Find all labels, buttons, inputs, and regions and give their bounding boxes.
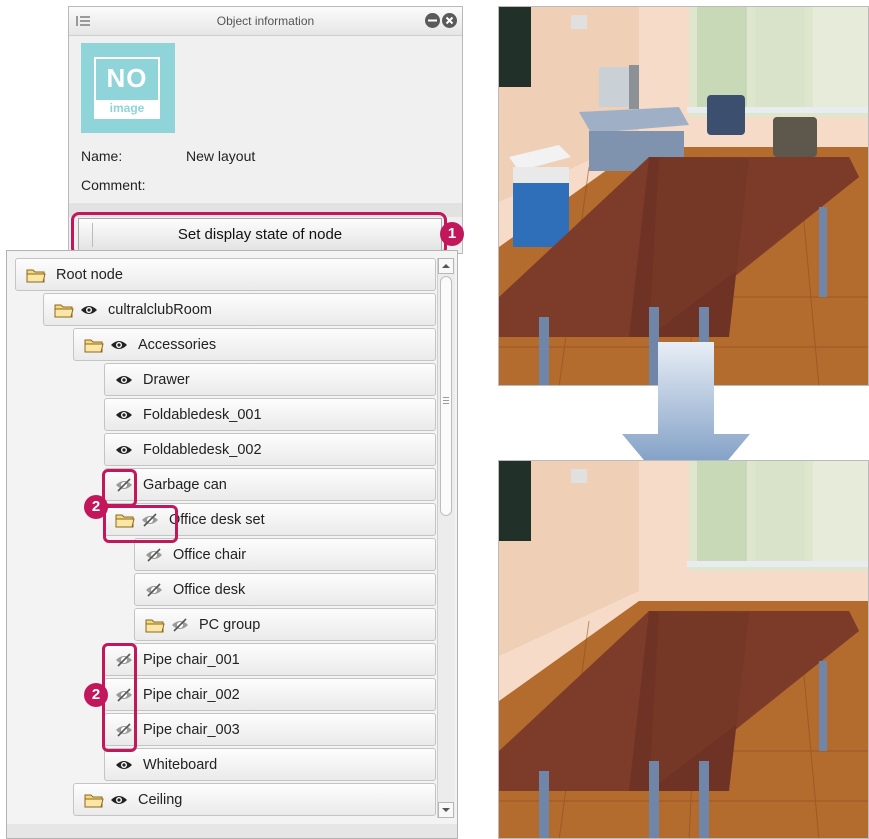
folder-icon (26, 268, 46, 287)
thumbnail-no-text: NO (106, 63, 148, 93)
tree-node[interactable]: Office chair (134, 538, 436, 571)
comment-label: Comment: (81, 177, 146, 193)
tree-node[interactable]: Accessories (73, 328, 436, 361)
tree-node[interactable]: Ceiling (73, 783, 436, 816)
eye-icon[interactable] (110, 338, 128, 356)
eye-icon[interactable] (115, 373, 133, 391)
eye-icon[interactable] (115, 443, 133, 461)
name-label: Name: (81, 148, 123, 164)
panel-title: Object information (216, 14, 315, 28)
eye-off-icon[interactable] (171, 618, 189, 636)
classroom-render-after (499, 461, 868, 838)
callout-2b: 2 (84, 683, 108, 707)
name-value: New layout (186, 148, 256, 164)
tree-bottom-bar (7, 824, 457, 838)
tree-node[interactable]: cultralclubRoom (43, 293, 436, 326)
tree-node-label: Office desk set (169, 512, 265, 528)
tree-node-label: Office chair (173, 547, 247, 563)
no-image-placeholder: NO image (94, 57, 160, 119)
folder-icon (84, 338, 104, 357)
tree-node-label: Root node (56, 267, 123, 283)
close-icon[interactable] (442, 13, 457, 28)
callout-1: 1 (440, 222, 464, 246)
scroll-down-button[interactable] (438, 802, 454, 818)
tree-scrollbar[interactable] (437, 258, 455, 818)
minimize-icon[interactable] (425, 13, 440, 28)
eye-off-icon[interactable] (145, 583, 163, 601)
tree-node-label: Drawer (143, 372, 190, 388)
layout-thumbnail: NO image (81, 43, 175, 133)
callout-2a: 2 (84, 495, 108, 519)
scroll-up-button[interactable] (438, 258, 454, 274)
tree-node-label: Pipe chair_001 (143, 652, 240, 668)
tree-node[interactable]: Office desk (134, 573, 436, 606)
eye-icon[interactable] (115, 408, 133, 426)
tree-node-label: Foldabledesk_002 (143, 442, 262, 458)
eye-icon[interactable] (110, 793, 128, 811)
tree-node-label: cultralclubRoom (108, 302, 212, 318)
tree-node[interactable]: Whiteboard (104, 748, 436, 781)
eye-icon[interactable] (80, 303, 98, 321)
tree-node[interactable]: PC group (134, 608, 436, 641)
tree-node[interactable]: Root node (15, 258, 436, 291)
tree-node-label: Ceiling (138, 792, 183, 808)
render-after (498, 460, 869, 839)
eye-off-icon[interactable] (145, 548, 163, 566)
tree-node[interactable]: Foldabledesk_001 (104, 398, 436, 431)
tree-node[interactable]: Drawer (104, 363, 436, 396)
highlight-garbage-can (102, 469, 137, 507)
thumbnail-image-text: image (96, 100, 158, 117)
folder-icon (145, 618, 165, 637)
tree-node-label: Foldabledesk_001 (143, 407, 262, 423)
tree-node-label: Office desk (173, 582, 246, 598)
tree-node-label: Pipe chair_002 (143, 687, 240, 703)
folder-icon (54, 303, 74, 322)
eye-icon[interactable] (115, 758, 133, 776)
classroom-render-before (499, 7, 868, 385)
tree-node-label: Accessories (138, 337, 217, 353)
tree-node-label: Pipe chair_003 (143, 722, 240, 738)
tree-node-label: Whiteboard (143, 757, 218, 773)
tree-node-label: PC group (199, 617, 261, 633)
tree-node-label: Garbage can (143, 477, 227, 493)
render-before (498, 6, 869, 386)
folder-icon (84, 793, 104, 812)
tree-node[interactable]: Foldabledesk_002 (104, 433, 436, 466)
tree-node[interactable]: Garbage can (104, 468, 436, 501)
tree-node[interactable]: Pipe chair_002 (104, 678, 436, 711)
panel-titlebar[interactable]: Object information (69, 7, 462, 36)
scroll-thumb[interactable] (440, 276, 452, 516)
tree-node[interactable]: Pipe chair_001 (104, 643, 436, 676)
node-tree-panel: Root node cultralclubRoom Accessories Drawe… (6, 250, 458, 839)
tree-node[interactable]: Pipe chair_003 (104, 713, 436, 746)
highlight-office-desk-set (103, 505, 178, 543)
